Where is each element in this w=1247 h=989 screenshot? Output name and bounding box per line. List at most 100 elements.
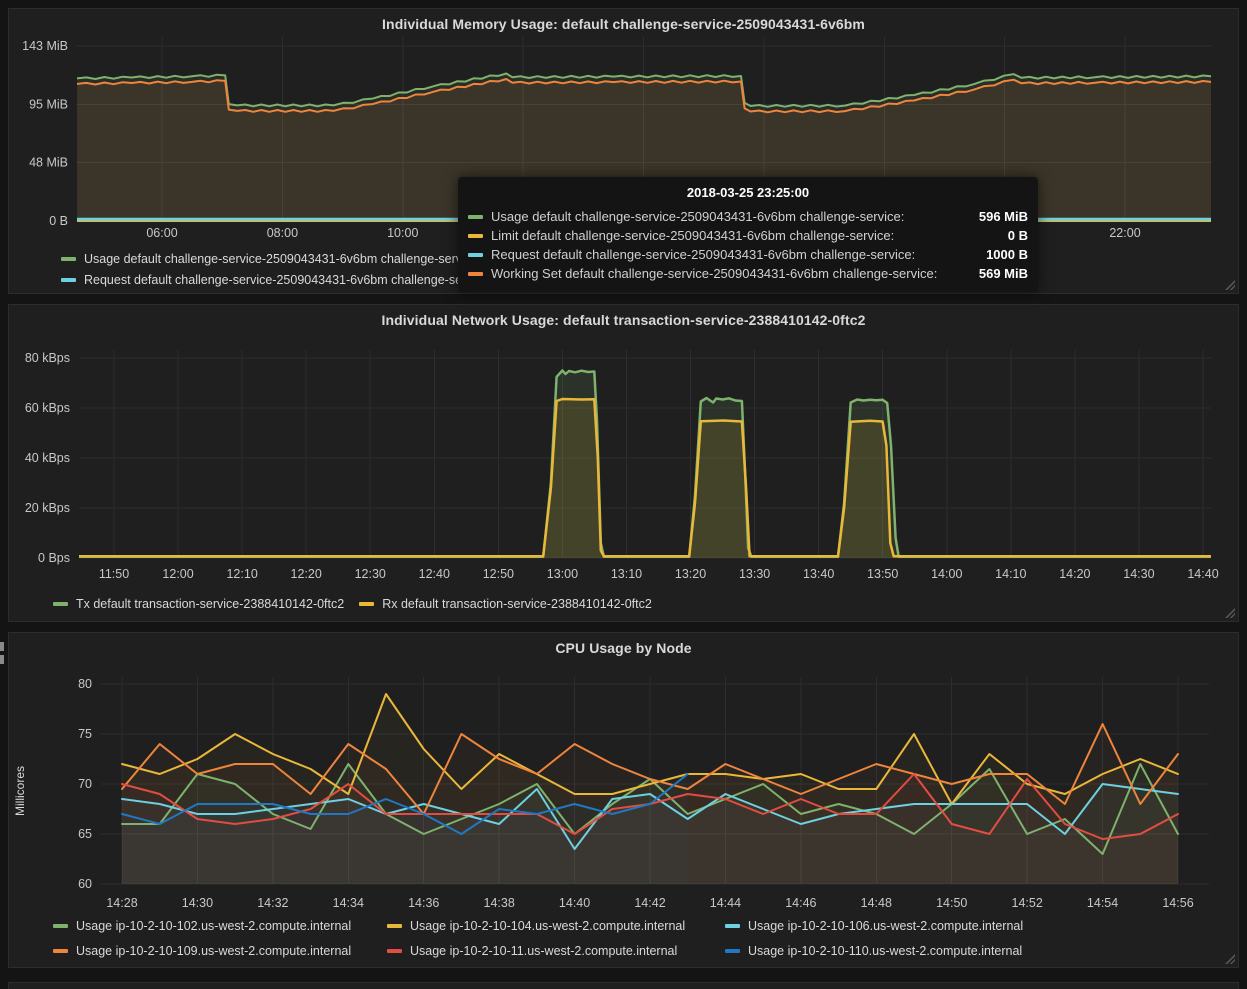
scroll-indicator <box>0 655 4 664</box>
y-axis-tick: 60 kBps <box>25 401 70 415</box>
legend-label: Usage ip-10-2-10-106.us-west-2.compute.i… <box>748 919 1024 933</box>
legend-series-swatch-icon <box>359 602 375 606</box>
tooltip-series-swatch-icon <box>468 233 483 238</box>
cpu-legend: Usage ip-10-2-10-102.us-west-2.compute.i… <box>53 918 1023 959</box>
x-axis-tick: 14:56 <box>1162 896 1193 910</box>
x-axis-tick: 14:20 <box>1059 567 1090 581</box>
x-axis-tick: 14:00 <box>931 567 962 581</box>
tooltip-series-label: Request default challenge-service-250904… <box>491 247 916 262</box>
x-axis-tick: 13:20 <box>675 567 706 581</box>
x-axis-tick: 14:50 <box>936 896 967 910</box>
x-axis-tick: 13:40 <box>803 567 834 581</box>
y-axis-tick: 70 <box>78 777 92 791</box>
x-axis-tick: 12:10 <box>226 567 257 581</box>
y-axis-tick: 143 MiB <box>22 39 68 53</box>
network-plot[interactable]: 0 Bps 20 kBps 40 kBps 60 kBps 80 kBps 11:50 12… <box>9 305 1238 621</box>
tooltip-series-value: 0 B <box>1007 228 1028 243</box>
legend-label: Usage ip-10-2-10-11.us-west-2.compute.in… <box>410 944 678 958</box>
panel-title[interactable]: CPU Usage by Node <box>9 640 1238 656</box>
legend-series-swatch-icon <box>387 949 402 953</box>
x-axis-tick: 14:40 <box>1187 567 1218 581</box>
series-line-rx-default-transaction-service-2388410142-0ftc2[interactable] <box>79 397 1211 558</box>
legend-label: Request default challenge-service-250904… <box>84 273 489 287</box>
legend-label: Rx default transaction-service-238841014… <box>382 597 652 611</box>
tooltip-series-value: 596 MiB <box>978 209 1028 224</box>
x-axis-tick: 14:36 <box>408 896 439 910</box>
x-axis-tick: 14:46 <box>785 896 816 910</box>
x-axis-tick: 14:32 <box>257 896 288 910</box>
tooltip-series-label: Usage default challenge-service-25090434… <box>491 209 905 224</box>
tooltip-row: Request default challenge-service-250904… <box>468 245 1028 264</box>
tooltip-timestamp: 2018-03-25 23:25:00 <box>686 185 810 200</box>
grafana-dashboard: Individual Memory Usage: default challen… <box>0 0 1247 989</box>
tooltip-series-label: Working Set default challenge-service-25… <box>491 266 938 281</box>
y-axis-tick: 80 <box>78 677 92 691</box>
x-axis-tick: 10:00 <box>387 226 418 240</box>
x-axis-tick: 14:44 <box>710 896 741 910</box>
x-axis-tick: 14:28 <box>106 896 137 910</box>
series-fill-tx-default-transaction-service-2388410142-0ftc2 <box>79 370 1211 558</box>
x-axis-tick: 12:40 <box>419 567 450 581</box>
x-axis-tick: 14:30 <box>1123 567 1154 581</box>
x-axis-tick: 12:00 <box>162 567 193 581</box>
legend-series-swatch-icon <box>53 602 68 606</box>
y-axis-tick: 60 <box>78 877 92 891</box>
x-axis-tick: 13:00 <box>547 567 578 581</box>
x-axis-tick: 14:34 <box>333 896 364 910</box>
legend-label: Usage ip-10-2-10-104.us-west-2.compute.i… <box>410 919 686 933</box>
y-axis-tick: 20 kBps <box>25 501 70 515</box>
next-panel-edge <box>8 982 1239 989</box>
series-line-tx-default-transaction-service-2388410142-0ftc2[interactable] <box>79 369 1211 559</box>
legend-item-usage-ip-10-2-10-104-us-west-2-compute-internal[interactable]: Usage ip-10-2-10-104.us-west-2.compute.i… <box>387 918 725 934</box>
x-axis-tick: 12:20 <box>291 567 322 581</box>
legend-item-rx-default-transaction-service-2388410142-0ftc2[interactable]: Rx default transaction-service-238841014… <box>359 596 652 612</box>
tooltip-series-label: Limit default challenge-service-25090434… <box>491 228 895 243</box>
legend-item-tx-default-transaction-service-2388410142-0ftc2[interactable]: Tx default transaction-service-238841014… <box>53 596 344 612</box>
legend-label: Usage ip-10-2-10-110.us-west-2.compute.i… <box>748 944 1023 958</box>
legend-item-usage-ip-10-2-10-11-us-west-2-compute-internal[interactable]: Usage ip-10-2-10-11.us-west-2.compute.in… <box>387 943 725 959</box>
scroll-indicator <box>0 642 4 651</box>
tooltip-series-swatch-icon <box>468 271 483 276</box>
legend-series-swatch-icon <box>61 257 76 261</box>
y-axis-tick: 0 B <box>49 214 68 228</box>
legend-item-usage-ip-10-2-10-110-us-west-2-compute-internal[interactable]: Usage ip-10-2-10-110.us-west-2.compute.i… <box>725 943 1023 959</box>
x-axis-tick: 08:00 <box>267 226 298 240</box>
graph-tooltip: 2018-03-25 23:25:00 Usage default challe… <box>458 177 1038 292</box>
panel-title[interactable]: Individual Network Usage: default transa… <box>9 312 1238 328</box>
y-axis-tick: 75 <box>78 727 92 741</box>
x-axis-tick: 14:30 <box>182 896 213 910</box>
x-axis-tick: 13:30 <box>739 567 770 581</box>
x-axis-tick: 14:10 <box>995 567 1026 581</box>
y-axis-tick: 40 kBps <box>25 451 70 465</box>
legend-label: Usage ip-10-2-10-102.us-west-2.compute.i… <box>76 919 352 933</box>
tooltip-series-swatch-icon <box>468 252 483 257</box>
legend-item-usage-ip-10-2-10-109-us-west-2-compute-internal[interactable]: Usage ip-10-2-10-109.us-west-2.compute.i… <box>53 943 387 959</box>
y-axis-tick: 48 MiB <box>29 155 68 169</box>
legend-item-usage-ip-10-2-10-102-us-west-2-compute-internal[interactable]: Usage ip-10-2-10-102.us-west-2.compute.i… <box>53 918 387 934</box>
x-axis-tick: 06:00 <box>146 226 177 240</box>
tooltip-series-swatch-icon <box>468 214 483 219</box>
x-axis-tick: 12:50 <box>483 567 514 581</box>
legend-label: Usage default challenge-service-25090434… <box>84 252 478 266</box>
x-axis-tick: 14:40 <box>559 896 590 910</box>
tooltip-rows: Usage default challenge-service-25090434… <box>468 207 1028 283</box>
legend-label: Tx default transaction-service-238841014… <box>76 597 345 611</box>
legend-item-usage-ip-10-2-10-106-us-west-2-compute-internal[interactable]: Usage ip-10-2-10-106.us-west-2.compute.i… <box>725 918 1023 934</box>
x-axis-tick: 14:54 <box>1087 896 1118 910</box>
x-axis-tick: 14:42 <box>634 896 665 910</box>
y-axis-tick: 95 MiB <box>29 98 68 112</box>
series-fill-rx-default-transaction-service-2388410142-0ftc2 <box>79 399 1211 558</box>
tooltip-row: Working Set default challenge-service-25… <box>468 264 1028 283</box>
x-axis-tick: 13:50 <box>867 567 898 581</box>
panel-title[interactable]: Individual Memory Usage: default challen… <box>9 16 1238 32</box>
legend-label: Usage ip-10-2-10-109.us-west-2.compute.i… <box>76 944 352 958</box>
panel-cpu-usage-by-node: CPU Usage by Node 60 65 70 75 80 14:28 14:30 14… <box>8 632 1239 968</box>
legend-series-swatch-icon <box>61 278 76 282</box>
legend-series-swatch-icon <box>725 949 740 953</box>
y-axis-tick: 80 kBps <box>25 351 70 365</box>
x-axis-tick: 14:38 <box>484 896 515 910</box>
x-axis-tick: 22:00 <box>1109 226 1140 240</box>
y-axis-label: Millicores <box>13 766 27 816</box>
cpu-plot[interactable]: 60 65 70 75 80 14:28 14:30 14:32 14:34 14:36 14:38… <box>9 633 1238 967</box>
tooltip-series-value: 1000 B <box>986 247 1028 262</box>
